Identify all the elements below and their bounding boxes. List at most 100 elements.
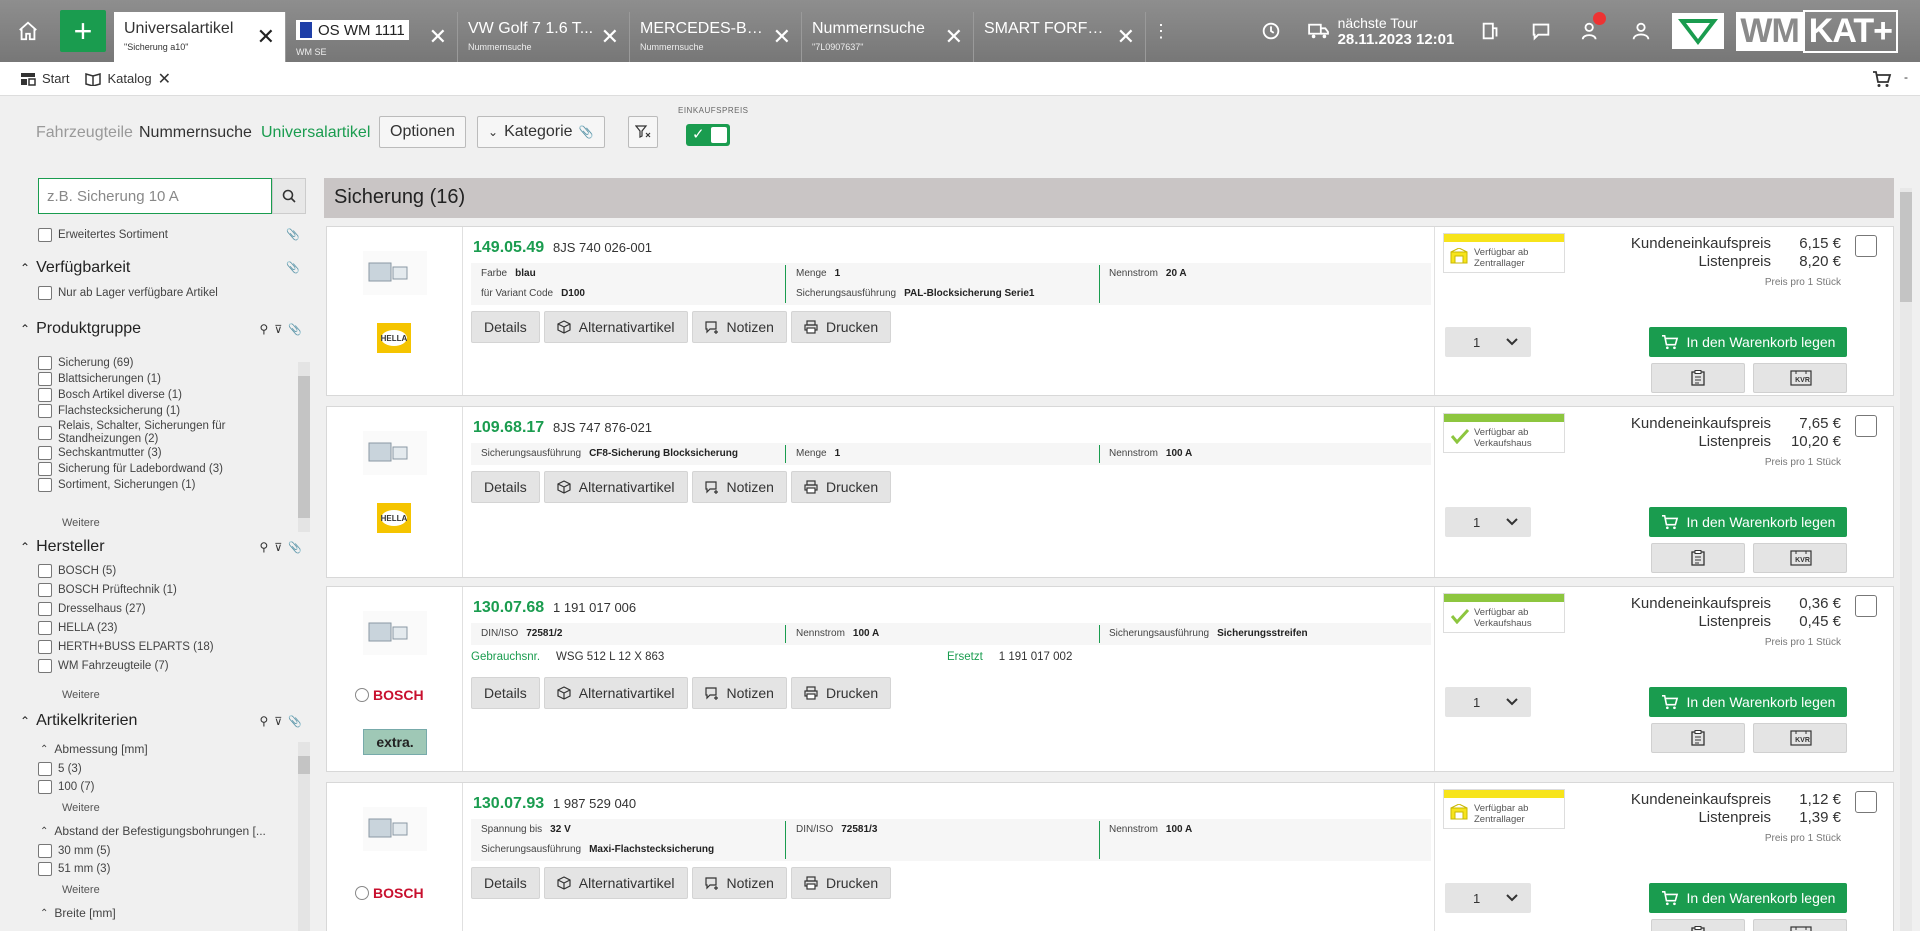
checkbox[interactable] [38, 446, 52, 460]
fuel-icon[interactable] [1466, 0, 1516, 62]
article-number[interactable]: 149.05.49 [473, 239, 544, 257]
add-to-cart-button[interactable]: In den Warenkorb legen [1649, 687, 1847, 717]
drucken-button[interactable]: Drucken [790, 471, 892, 503]
filter-option[interactable]: Dresselhaus (27) [38, 602, 146, 616]
filter-option[interactable]: 100 (7) [38, 780, 94, 794]
select-checkbox[interactable] [1855, 415, 1877, 437]
product-image[interactable] [363, 611, 427, 655]
artikelkriterien-header[interactable]: ⌃ Artikelkriterien [20, 712, 137, 730]
paperclip-icon[interactable]: 📎 [288, 541, 302, 554]
search-icon[interactable]: ⚲ [259, 322, 268, 336]
kvr-button[interactable]: KVR [1753, 723, 1847, 753]
checkbox[interactable] [38, 388, 52, 402]
checkbox[interactable] [38, 862, 52, 876]
subtab-start[interactable]: Start [20, 71, 69, 86]
alternativartikel-button[interactable]: Alternativartikel [543, 677, 688, 709]
tab-smart[interactable]: SMART FORFO... ✕ [974, 12, 1146, 62]
produktgruppe-scrollbar[interactable] [298, 362, 310, 532]
checkbox[interactable] [38, 462, 52, 476]
history-icon[interactable] [1246, 0, 1296, 62]
checkbox[interactable] [38, 426, 52, 440]
close-icon[interactable]: ✕ [429, 26, 447, 48]
checkbox[interactable] [38, 478, 52, 492]
subtab-katalog[interactable]: Katalog ✕ [85, 69, 171, 89]
erweitertes-checkbox-row[interactable]: Erweitertes Sortiment [38, 228, 168, 242]
next-tour[interactable]: nächste Tour 28.11.2023 12:01 [1296, 15, 1467, 48]
link-fahrzeugteile[interactable]: Fahrzeugteile [36, 124, 133, 142]
more-tabs-icon[interactable]: ⋮ [1146, 0, 1176, 62]
weitere-link[interactable]: Weitere [62, 689, 100, 701]
select-checkbox[interactable] [1855, 235, 1877, 257]
search-icon[interactable]: ⚲ [259, 540, 268, 554]
quantity-select[interactable]: 1 [1445, 883, 1531, 913]
filter-option[interactable]: Sicherung für Ladebordwand (3) [38, 462, 288, 476]
home-icon[interactable] [0, 0, 56, 62]
clipboard-button[interactable] [1651, 723, 1745, 753]
details-button[interactable]: Details [471, 867, 540, 899]
filter-option[interactable]: Sortiment, Sicherungen (1) [38, 478, 288, 492]
paperclip-icon[interactable]: 📎 [288, 323, 302, 336]
tab-nummernsuche[interactable]: Nummernsuche "7L0907637" ✕ [802, 12, 974, 62]
checkbox[interactable] [38, 286, 52, 300]
checkbox[interactable] [38, 640, 52, 654]
quantity-select[interactable]: 1 [1445, 507, 1531, 537]
notification-icon[interactable] [1566, 0, 1616, 62]
filter-option[interactable]: 51 mm (3) [38, 862, 110, 876]
filter-option[interactable]: Bosch Artikel diverse (1) [38, 388, 288, 402]
close-icon[interactable]: ✕ [773, 26, 791, 48]
filter-clear-icon[interactable]: ⊽ [274, 323, 282, 336]
close-icon[interactable]: ✕ [601, 26, 619, 48]
add-to-cart-button[interactable]: In den Warenkorb legen [1649, 883, 1847, 913]
optionen-button[interactable]: Optionen [379, 116, 466, 148]
checkbox[interactable] [38, 356, 52, 370]
filter-option[interactable]: BOSCH (5) [38, 564, 116, 578]
quantity-select[interactable]: 1 [1445, 687, 1531, 717]
filter-option[interactable]: Sechskantmutter (3) [38, 446, 288, 460]
new-tab-button[interactable]: + [60, 10, 106, 52]
checkbox[interactable] [38, 228, 52, 242]
clear-filter-button[interactable] [628, 116, 658, 148]
details-button[interactable]: Details [471, 677, 540, 709]
tab-universalartikel[interactable]: Universalartikel "Sicherung a10" ✕ [114, 12, 286, 62]
details-button[interactable]: Details [471, 311, 540, 343]
alternativartikel-button[interactable]: Alternativartikel [543, 867, 688, 899]
add-to-cart-button[interactable]: In den Warenkorb legen [1649, 507, 1847, 537]
drucken-button[interactable]: Drucken [790, 867, 892, 899]
paperclip-icon[interactable]: 📎 [288, 715, 302, 728]
link-universalartikel[interactable]: Universalartikel [261, 124, 370, 142]
checkbox[interactable] [38, 404, 52, 418]
tab-vw-golf[interactable]: VW Golf 7 1.6 T... Nummernsuche ✕ [458, 12, 630, 62]
checkbox[interactable] [38, 621, 52, 635]
checkbox[interactable] [38, 602, 52, 616]
abmessung-header[interactable]: ⌃ Abmessung [mm] [40, 742, 148, 756]
scroll-thumb[interactable] [1900, 192, 1912, 302]
checkbox[interactable] [38, 564, 52, 578]
checkbox[interactable] [38, 583, 52, 597]
search-button[interactable] [272, 178, 306, 214]
notizen-button[interactable]: Notizen [691, 311, 787, 343]
product-image[interactable] [363, 251, 427, 295]
details-button[interactable]: Details [471, 471, 540, 503]
tab-mercedes[interactable]: MERCEDES-BE... Nummernsuche ✕ [630, 12, 802, 62]
user-icon[interactable] [1616, 0, 1666, 62]
filter-option[interactable]: 5 (3) [38, 762, 82, 776]
filter-option[interactable]: BOSCH Prüftechnik (1) [38, 583, 177, 597]
notizen-button[interactable]: Notizen [691, 867, 787, 899]
verfuegbarkeit-header[interactable]: ⌃ Verfügbarkeit [20, 259, 130, 277]
abstand-header[interactable]: ⌃ Abstand der Befestigungsbohrungen [... [40, 824, 266, 838]
product-image[interactable] [363, 807, 427, 851]
weitere-link[interactable]: Weitere [62, 517, 100, 529]
page-scrollbar[interactable] [1900, 188, 1912, 931]
filter-option[interactable]: Flachstecksicherung (1) [38, 404, 288, 418]
product-image[interactable] [363, 431, 427, 475]
filter-option[interactable]: Sicherung (69) [38, 356, 288, 370]
filter-option[interactable]: HERTH+BUSS ELPARTS (18) [38, 640, 214, 654]
filter-option[interactable]: WM Fahrzeugteile (7) [38, 659, 169, 673]
availability-badge[interactable]: Verfügbar ab Verkaufshaus [1443, 413, 1565, 453]
article-number[interactable]: 130.07.93 [473, 795, 544, 813]
weitere-link[interactable]: Weitere [62, 802, 100, 814]
clipboard-button[interactable] [1651, 543, 1745, 573]
clipboard-button[interactable] [1651, 919, 1745, 931]
add-to-cart-button[interactable]: In den Warenkorb legen [1649, 327, 1847, 357]
clipboard-button[interactable] [1651, 363, 1745, 393]
